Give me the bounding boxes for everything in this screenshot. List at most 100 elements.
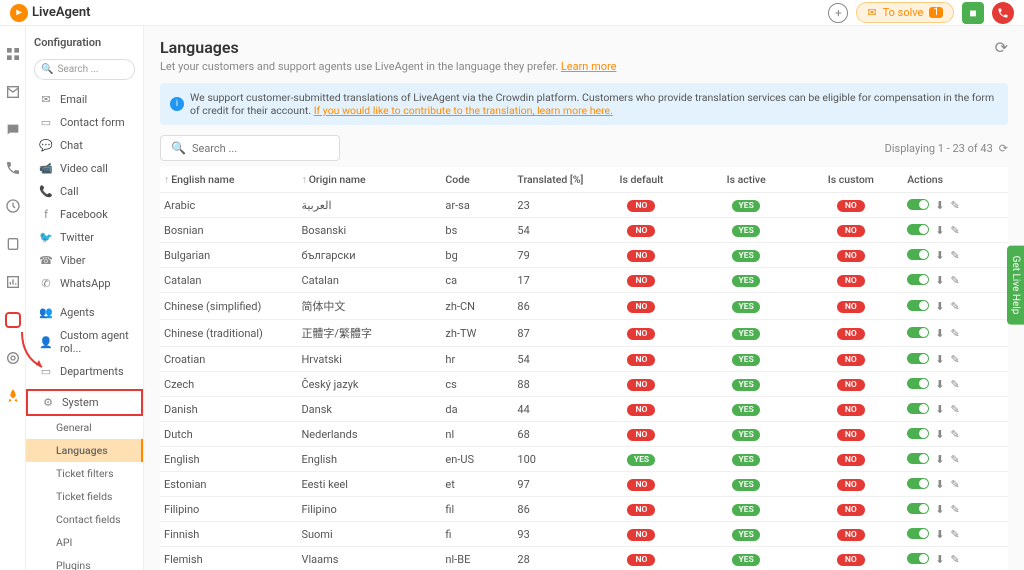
cell-code: fi [441, 522, 513, 547]
download-icon[interactable]: ⬇ [935, 403, 944, 416]
live-help-tab[interactable]: Get Live Help [1007, 246, 1024, 325]
rocket-icon[interactable] [5, 388, 21, 404]
edit-icon[interactable]: ✎ [950, 249, 959, 262]
sidebar-item-general[interactable]: General [26, 416, 143, 439]
contribute-link[interactable]: If you would like to contribute to the t… [314, 104, 613, 117]
reports-icon[interactable] [5, 274, 21, 290]
download-icon[interactable]: ⬇ [935, 553, 944, 566]
column-header[interactable]: ↑Origin name [297, 167, 441, 193]
download-icon[interactable]: ⬇ [935, 478, 944, 491]
sidebar-item-system[interactable]: ⚙ System [26, 389, 143, 416]
edit-icon[interactable]: ✎ [950, 553, 959, 566]
dashboard-icon[interactable] [5, 46, 21, 62]
to-solve-button[interactable]: ✉ To solve 1 [856, 2, 954, 23]
sidebar-item-plugins[interactable]: Plugins [26, 554, 143, 570]
toggle-active[interactable] [907, 528, 929, 539]
toggle-active[interactable] [907, 274, 929, 285]
chat-icon[interactable] [5, 122, 21, 138]
sidebar-item-ticket-fields[interactable]: Ticket fields [26, 485, 143, 508]
download-icon[interactable]: ⬇ [935, 378, 944, 391]
download-icon[interactable]: ⬇ [935, 327, 944, 340]
edit-icon[interactable]: ✎ [950, 327, 959, 340]
learn-more-link[interactable]: Learn more [561, 60, 617, 73]
sidebar-item-facebook[interactable]: fFacebook [26, 203, 143, 226]
download-icon[interactable]: ⬇ [935, 249, 944, 262]
edit-icon[interactable]: ✎ [950, 300, 959, 313]
column-header[interactable]: Actions [903, 167, 1008, 193]
toggle-active[interactable] [907, 249, 929, 260]
status-indicator[interactable]: ■ [962, 2, 984, 24]
refresh-button[interactable]: ⟳ [995, 38, 1008, 57]
settings-icon[interactable] [5, 312, 21, 328]
sidebar-item-call[interactable]: 📞Call [26, 180, 143, 203]
sidebar-item-ticket-filters[interactable]: Ticket filters [26, 462, 143, 485]
sidebar-item-contact-fields[interactable]: Contact fields [26, 508, 143, 531]
sidebar-item-label: WhatsApp [60, 277, 111, 290]
sidebar-search[interactable]: 🔍 Search ... [34, 59, 135, 80]
column-header[interactable]: Code [441, 167, 513, 193]
toggle-active[interactable] [907, 300, 929, 311]
toggle-active[interactable] [907, 378, 929, 389]
download-icon[interactable]: ⬇ [935, 428, 944, 441]
edit-icon[interactable]: ✎ [950, 453, 959, 466]
edit-icon[interactable]: ✎ [950, 478, 959, 491]
download-icon[interactable]: ⬇ [935, 503, 944, 516]
cell-code: ar-sa [441, 193, 513, 218]
column-header[interactable]: Is active [694, 167, 799, 193]
sidebar-item-chat[interactable]: 💬Chat [26, 134, 143, 157]
edit-icon[interactable]: ✎ [950, 403, 959, 416]
sidebar-item-email[interactable]: ✉Email [26, 88, 143, 111]
cell-translated: 86 [513, 497, 589, 522]
toggle-active[interactable] [907, 224, 929, 235]
mail-icon[interactable] [5, 84, 21, 100]
column-header[interactable]: Is custom [799, 167, 904, 193]
download-icon[interactable]: ⬇ [935, 300, 944, 313]
download-icon[interactable]: ⬇ [935, 353, 944, 366]
sidebar-item-label: Ticket filters [56, 467, 114, 480]
toggle-active[interactable] [907, 428, 929, 439]
edit-icon[interactable]: ✎ [950, 503, 959, 516]
history-icon[interactable] [5, 198, 21, 214]
toggle-active[interactable] [907, 453, 929, 464]
sidebar-item-languages[interactable]: Languages [26, 439, 143, 462]
refresh-icon[interactable]: ⟳ [999, 142, 1008, 155]
sidebar-item-twitter[interactable]: 🐦Twitter [26, 226, 143, 249]
toggle-active[interactable] [907, 503, 929, 514]
edit-icon[interactable]: ✎ [950, 528, 959, 541]
toggle-active[interactable] [907, 327, 929, 338]
toggle-active[interactable] [907, 478, 929, 489]
phone-button[interactable] [992, 2, 1014, 24]
toggle-active[interactable] [907, 199, 929, 210]
logo[interactable]: ▸ LiveAgent [10, 4, 91, 22]
column-header[interactable]: Is default [589, 167, 694, 193]
edit-icon[interactable]: ✎ [950, 224, 959, 237]
download-icon[interactable]: ⬇ [935, 224, 944, 237]
sidebar-item-label: Custom agent rol... [60, 329, 135, 355]
toggle-active[interactable] [907, 353, 929, 364]
download-icon[interactable]: ⬇ [935, 274, 944, 287]
sidebar-item-api[interactable]: API [26, 531, 143, 554]
cell-code: zh-TW [441, 320, 513, 347]
table-search[interactable]: 🔍 [160, 135, 340, 161]
column-header[interactable]: ↑English name [160, 167, 297, 193]
edit-icon[interactable]: ✎ [950, 199, 959, 212]
edit-icon[interactable]: ✎ [950, 274, 959, 287]
sidebar-item-whatsapp[interactable]: ✆WhatsApp [26, 272, 143, 295]
download-icon[interactable]: ⬇ [935, 199, 944, 212]
sidebar-item-contact-form[interactable]: ▭Contact form [26, 111, 143, 134]
contacts-icon[interactable] [5, 236, 21, 252]
download-icon[interactable]: ⬇ [935, 453, 944, 466]
sidebar-item-agents[interactable]: 👥Agents [26, 301, 143, 324]
sidebar-item-viber[interactable]: ☎Viber [26, 249, 143, 272]
table-search-input[interactable] [192, 142, 332, 155]
download-icon[interactable]: ⬇ [935, 528, 944, 541]
sidebar-item-video-call[interactable]: 📹Video call [26, 157, 143, 180]
edit-icon[interactable]: ✎ [950, 378, 959, 391]
add-button[interactable]: + [828, 3, 848, 23]
edit-icon[interactable]: ✎ [950, 353, 959, 366]
toggle-active[interactable] [907, 403, 929, 414]
edit-icon[interactable]: ✎ [950, 428, 959, 441]
column-header[interactable]: Translated [%] [513, 167, 589, 193]
call-icon[interactable] [5, 160, 21, 176]
toggle-active[interactable] [907, 553, 929, 564]
